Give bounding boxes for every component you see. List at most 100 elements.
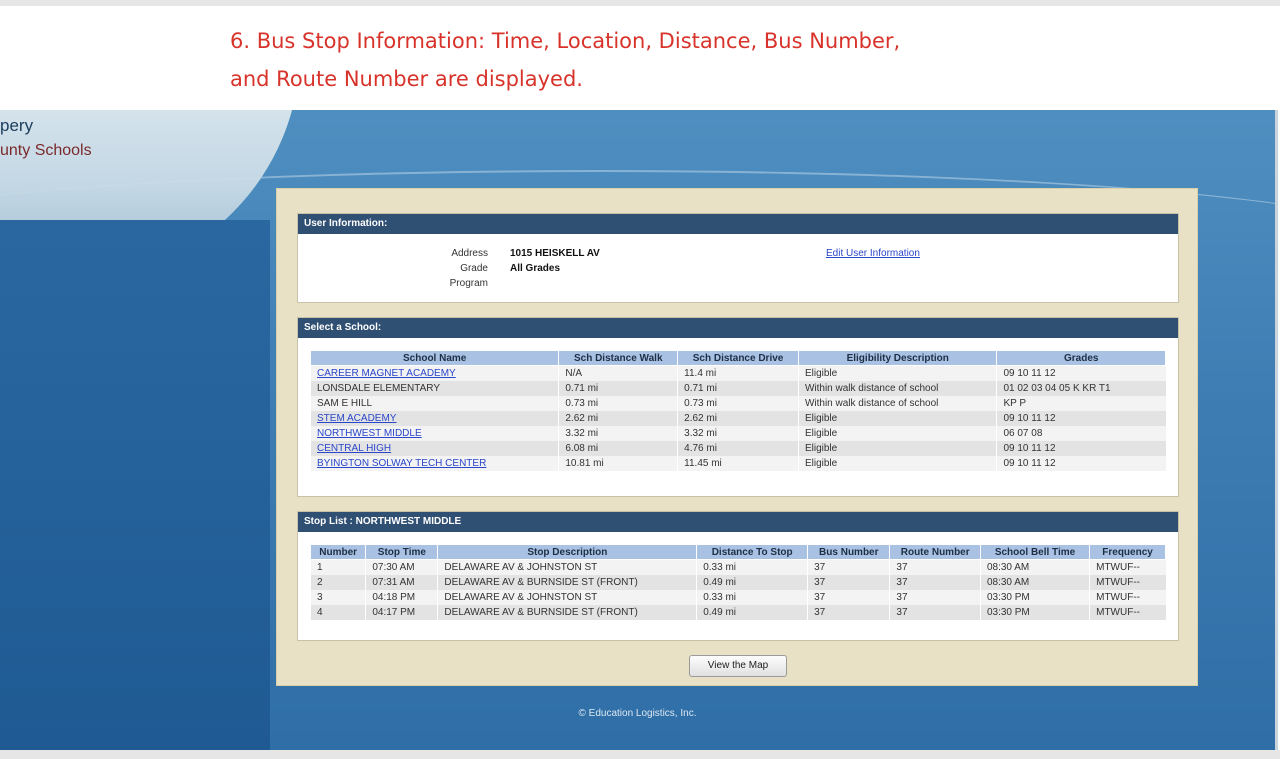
school-row: SAM E HILL 0.73 mi 0.73 mi Within walk dist… (309, 396, 1166, 411)
stop-cell-bus-number: 37 (807, 605, 890, 620)
stop-cell-frequency: MTWUF-- (1089, 590, 1166, 605)
school-cell-drive: 0.73 mi (677, 396, 799, 411)
stop-cell-distance-to-stop: 0.33 mi (696, 590, 808, 605)
col-school-name: School Name (309, 350, 560, 366)
stop-row: 3 04:18 PM DELAWARE AV & JOHNSTON ST 0.33 m… (309, 590, 1166, 605)
school-cell-name: BYINGTON SOLWAY TECH CENTER (309, 456, 559, 471)
school-cell-walk: 3.32 mi (558, 426, 678, 441)
school-cell-elig: Eligible (797, 365, 997, 381)
school-row[interactable]: NORTHWEST MIDDLE 3.32 mi 3.32 mi Eligible 06… (309, 426, 1166, 441)
school-row[interactable]: BYINGTON SOLWAY TECH CENTER 10.81 mi 11.45… (309, 456, 1166, 471)
stop-cell-distance-to-stop: 0.49 mi (696, 575, 808, 590)
col-number: Number (309, 544, 367, 560)
view-the-map-button[interactable]: View the Map (689, 655, 787, 677)
stop-cell-frequency: MTWUF-- (1089, 605, 1166, 620)
school-cell-name: CENTRAL HIGH (309, 441, 559, 456)
stop-cell-bus-number: 37 (807, 575, 890, 590)
schools-table: School Name Sch Distance Walk Sch Distan… (309, 350, 1166, 471)
stop-cell-stop-description: DELAWARE AV & JOHNSTON ST (437, 590, 697, 605)
school-cell-walk: 10.81 mi (558, 456, 678, 471)
school-cell-name: CAREER MAGNET ACADEMY (309, 365, 559, 381)
col-distance-to-stop: Distance To Stop (696, 544, 809, 560)
content-panel: User Information: Address 1015 HEISKELL … (276, 188, 1198, 686)
stop-cell-route-number: 37 (889, 590, 981, 605)
school-cell-grades: 09 10 11 12 (996, 456, 1166, 471)
stop-cell-stop-time: 07:30 AM (365, 559, 438, 575)
address-label: Address (451, 248, 488, 259)
col-grades: Grades (996, 350, 1166, 366)
school-cell-name: STEM ACADEMY (309, 411, 559, 426)
left-band (0, 220, 270, 750)
school-cell-grades: 09 10 11 12 (996, 365, 1166, 381)
school-cell-drive: 0.71 mi (677, 381, 799, 396)
stop-cell-stop-description: DELAWARE AV & BURNSIDE ST (FRONT) (437, 605, 697, 620)
stops-table-header-row: Number Stop Time Stop Description Distan… (309, 544, 1166, 560)
stop-cell-distance-to-stop: 0.49 mi (696, 605, 808, 620)
school-cell-grades: 09 10 11 12 (996, 411, 1166, 426)
col-sch-distance-drive: Sch Distance Drive (677, 350, 799, 366)
col-frequency: Frequency (1089, 544, 1166, 560)
school-cell-drive: 11.4 mi (677, 365, 799, 381)
stop-cell-distance-to-stop: 0.33 mi (696, 559, 808, 575)
school-cell-walk: 0.73 mi (558, 396, 678, 411)
stop-cell-number: 1 (309, 559, 366, 575)
school-cell-elig: Within walk distance of school (797, 396, 997, 411)
school-row[interactable]: CENTRAL HIGH 6.08 mi 4.76 mi Eligible 09 10 … (309, 441, 1166, 456)
stop-cell-school-bell-time: 08:30 AM (979, 575, 1090, 590)
stop-cell-school-bell-time: 03:30 PM (979, 590, 1090, 605)
stop-cell-bus-number: 37 (807, 559, 890, 575)
stop-cell-school-bell-time: 08:30 AM (979, 559, 1090, 575)
school-cell-drive: 2.62 mi (677, 411, 799, 426)
school-cell-grades: 09 10 11 12 (996, 441, 1166, 456)
stop-cell-route-number: 37 (889, 575, 981, 590)
col-bus-number: Bus Number (807, 544, 891, 560)
col-stop-time: Stop Time (365, 544, 439, 560)
school-link[interactable]: CAREER MAGNET ACADEMY (317, 368, 456, 379)
stop-cell-number: 3 (309, 590, 366, 605)
stop-cell-stop-description: DELAWARE AV & JOHNSTON ST (437, 559, 697, 575)
select-school-box: Select a School: School Name Sch Distanc… (297, 317, 1179, 497)
caption-line-1: 6. Bus Stop Information: Time, Location,… (230, 29, 901, 53)
school-cell-name: SAM E HILL (309, 396, 559, 411)
school-link[interactable]: BYINGTON SOLWAY TECH CENTER (317, 458, 486, 469)
col-route-number: Route Number (889, 544, 981, 560)
edit-user-information-link[interactable]: Edit User Information (826, 248, 920, 259)
school-row[interactable]: CAREER MAGNET ACADEMY N/A 11.4 mi Eligible 0… (309, 365, 1166, 381)
stop-row: 4 04:17 PM DELAWARE AV & BURNSIDE ST (FRON… (309, 605, 1166, 620)
school-cell-grades: 06 07 08 (996, 426, 1166, 441)
grade-label: Grade (460, 263, 488, 274)
stop-cell-stop-time: 04:17 PM (365, 605, 438, 620)
bottom-border (0, 750, 1280, 759)
top-border (0, 0, 1280, 6)
col-sch-distance-walk: Sch Distance Walk (558, 350, 679, 366)
school-link[interactable]: CENTRAL HIGH (317, 443, 391, 454)
stops-table: Number Stop Time Stop Description Distan… (309, 544, 1166, 620)
school-row[interactable]: STEM ACADEMY 2.62 mi 2.62 mi Eligible 09 10 … (309, 411, 1166, 426)
col-school-bell-time: School Bell Time (979, 544, 1091, 560)
stop-cell-stop-time: 04:18 PM (365, 590, 438, 605)
select-school-header: Select a School: (298, 318, 1178, 338)
school-cell-name: NORTHWEST MIDDLE (309, 426, 559, 441)
stop-cell-number: 2 (309, 575, 366, 590)
address-value: 1015 HEISKELL AV (510, 248, 600, 259)
school-link[interactable]: NORTHWEST MIDDLE (317, 428, 422, 439)
school-link[interactable]: STEM ACADEMY (317, 413, 396, 424)
stop-list-box: Stop List : NORTHWEST MIDDLE Number Stop… (297, 511, 1179, 641)
school-cell-walk: 6.08 mi (558, 441, 678, 456)
school-cell-name: LONSDALE ELEMENTARY (309, 381, 559, 396)
user-information-header: User Information: (298, 214, 1178, 234)
stop-cell-frequency: MTWUF-- (1089, 575, 1166, 590)
school-cell-drive: 11.45 mi (677, 456, 799, 471)
caption-line-2: and Route Number are displayed. (230, 67, 583, 91)
stop-row: 2 07:31 AM DELAWARE AV & BURNSIDE ST (FRON… (309, 575, 1166, 590)
school-cell-elig: Eligible (797, 426, 997, 441)
school-row: LONSDALE ELEMENTARY 0.71 mi 0.71 mi Within … (309, 381, 1166, 396)
stop-cell-frequency: MTWUF-- (1089, 559, 1166, 575)
school-cell-elig: Within walk distance of school (797, 381, 997, 396)
stop-row: 1 07:30 AM DELAWARE AV & JOHNSTON ST 0.33 m… (309, 559, 1166, 575)
user-information-box: User Information: Address 1015 HEISKELL … (297, 213, 1179, 303)
school-cell-grades: 01 02 03 04 05 K KR T1 (996, 381, 1166, 396)
footer-copyright: © Education Logistics, Inc. (578, 708, 697, 719)
school-cell-elig: Eligible (797, 411, 997, 426)
stop-cell-stop-description: DELAWARE AV & BURNSIDE ST (FRONT) (437, 575, 697, 590)
